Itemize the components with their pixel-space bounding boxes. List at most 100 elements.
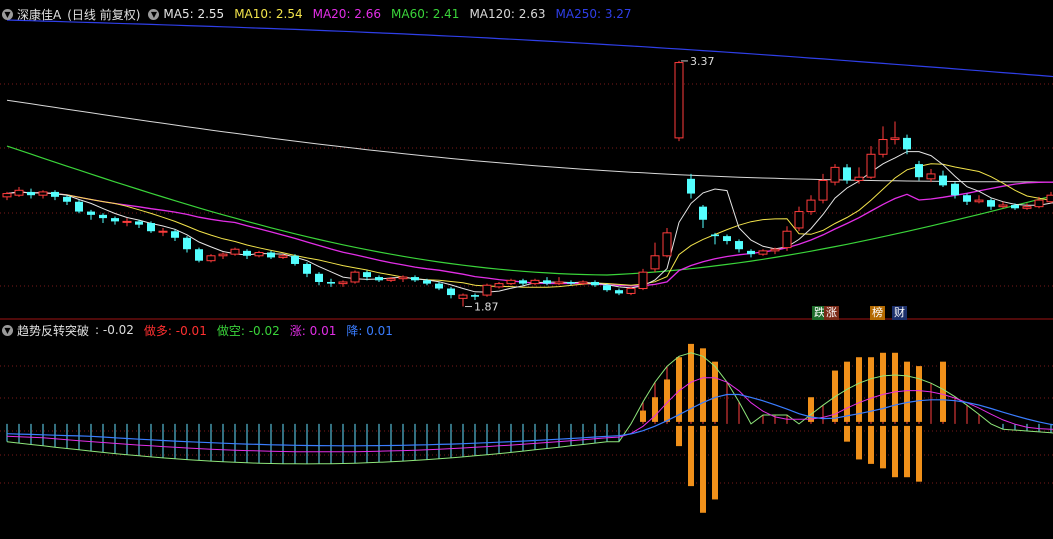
- ma-label-2: MA20: 2.66: [312, 7, 382, 21]
- candle-body: [147, 223, 155, 232]
- candle-body: [482, 284, 492, 296]
- indicator-orange-bar-down: [844, 425, 850, 442]
- indicator-orange-bar-down: [856, 425, 862, 460]
- candle-body: [435, 283, 443, 289]
- candle-body: [578, 281, 588, 285]
- panel-menu-icon[interactable]: ▼: [2, 8, 13, 20]
- candle-body: [662, 232, 672, 257]
- indicator-orange-bar-up: [808, 397, 814, 422]
- stock-name: 深康佳A: [17, 7, 62, 22]
- indicator-orange-bar-up: [700, 348, 706, 422]
- indicator-orange-bar-down: [688, 425, 694, 487]
- candle-body: [254, 252, 264, 257]
- ma-label-4: MA120: 2.63: [469, 7, 546, 21]
- candle-body: [315, 273, 323, 282]
- candle-body: [303, 263, 311, 274]
- candle-body: [1046, 194, 1053, 203]
- indicator-panel-header: ▼ 趋势反转突破 : -0.02 做多: -0.01 做空: -0.02 涨: 0.…: [0, 321, 403, 339]
- candle-body: [338, 281, 348, 285]
- chart-period: (日线 前复权): [67, 7, 141, 22]
- candle-body: [878, 139, 888, 155]
- candle-body: [915, 164, 923, 178]
- candle-body: [291, 255, 299, 264]
- ma10-line: [6, 163, 1053, 288]
- candle-body: [1034, 199, 1044, 208]
- candle-body: [183, 237, 191, 250]
- indicator-orange-bar-down: [892, 425, 898, 478]
- candle-body: [770, 248, 780, 252]
- candle-body: [987, 200, 995, 207]
- ma250-line: [6, 19, 1053, 78]
- ma-label-5: MA250: 3.27: [555, 7, 632, 21]
- ma-legend: MA5: 2.55 MA10: 2.54 MA20: 2.66 MA60: 2.41 M…: [163, 7, 641, 21]
- tag-list[interactable]: 榜: [870, 306, 885, 320]
- indicator-orange-bar-up: [640, 410, 646, 422]
- candle-body: [963, 195, 971, 202]
- price-panel-header: ▼ 深康佳A (日线 前复权) ▼ MA5: 2.55 MA10: 2.54 MA2…: [0, 5, 642, 23]
- indicator-orange-bar-up: [880, 352, 886, 422]
- candle-body: [494, 283, 504, 288]
- candle-body: [398, 276, 408, 280]
- candle-body: [843, 167, 851, 181]
- indicator-orange-bar-down: [676, 425, 682, 447]
- candle-body: [890, 137, 900, 141]
- candle-body: [951, 183, 959, 196]
- indicator-orange-bar-up: [904, 361, 910, 422]
- candle-body: [38, 191, 48, 196]
- candlestick-chart[interactable]: 3.37 1.87: [0, 0, 1053, 539]
- ma-label-0: MA5: 2.55: [163, 7, 225, 21]
- candle-body: [674, 62, 684, 139]
- tag-rise[interactable]: 涨: [824, 306, 839, 320]
- candle-body: [866, 153, 876, 178]
- candle-body: [591, 281, 599, 286]
- candle-body: [998, 204, 1008, 208]
- candle-body: [687, 178, 695, 194]
- candle-body: [206, 255, 216, 262]
- candle-body: [854, 176, 864, 181]
- candle-body: [135, 221, 143, 225]
- candle-body: [794, 211, 804, 229]
- candle-body: [603, 285, 611, 291]
- candle-body: [267, 252, 275, 258]
- indicator-orange-bar-up: [940, 361, 946, 422]
- candle-body: [51, 191, 59, 197]
- candle-body: [27, 191, 35, 196]
- ma5-line: [6, 151, 1053, 293]
- candle-body: [375, 277, 383, 281]
- candle-body: [806, 199, 816, 213]
- candle-body: [230, 248, 240, 255]
- candle-body: [75, 201, 83, 212]
- candle-body: [458, 294, 468, 299]
- period-menu-icon[interactable]: ▼: [148, 8, 160, 20]
- candle-body: [447, 288, 455, 296]
- candle-body: [830, 166, 840, 183]
- candle-body: [926, 173, 936, 180]
- indicator-orange-bar-up: [844, 361, 850, 422]
- ma-label-3: MA60: 2.41: [391, 7, 460, 21]
- candle-body: [386, 278, 396, 281]
- indicator-legend: 做多: -0.01 做空: -0.02 涨: 0.01 降: 0.01: [144, 322, 403, 339]
- candle-body: [218, 253, 228, 257]
- candle-body: [411, 277, 419, 281]
- candle-body: [626, 288, 636, 294]
- candle-body: [99, 214, 107, 219]
- candle-body: [111, 218, 119, 222]
- indicator-value: : -0.02: [95, 323, 134, 337]
- candle-body: [974, 199, 984, 203]
- candle-body: [14, 189, 24, 196]
- indicator-label-0: 做多: -0.01: [143, 323, 207, 338]
- candle-body: [2, 193, 12, 198]
- candle-body: [278, 255, 288, 258]
- ma-label-1: MA10: 2.54: [234, 7, 303, 21]
- candle-body: [1022, 206, 1032, 209]
- candle-body: [363, 272, 371, 278]
- indicator-menu-icon[interactable]: ▼: [2, 324, 13, 336]
- tag-finance[interactable]: 财: [892, 306, 907, 320]
- indicator-orange-bar-down: [904, 425, 910, 478]
- candle-body: [818, 179, 828, 201]
- candle-body: [939, 175, 947, 186]
- ma120-line: [6, 99, 1053, 183]
- indicator-orange-bar-up: [916, 366, 922, 422]
- candle-body: [1011, 205, 1019, 209]
- candle-body: [471, 295, 479, 297]
